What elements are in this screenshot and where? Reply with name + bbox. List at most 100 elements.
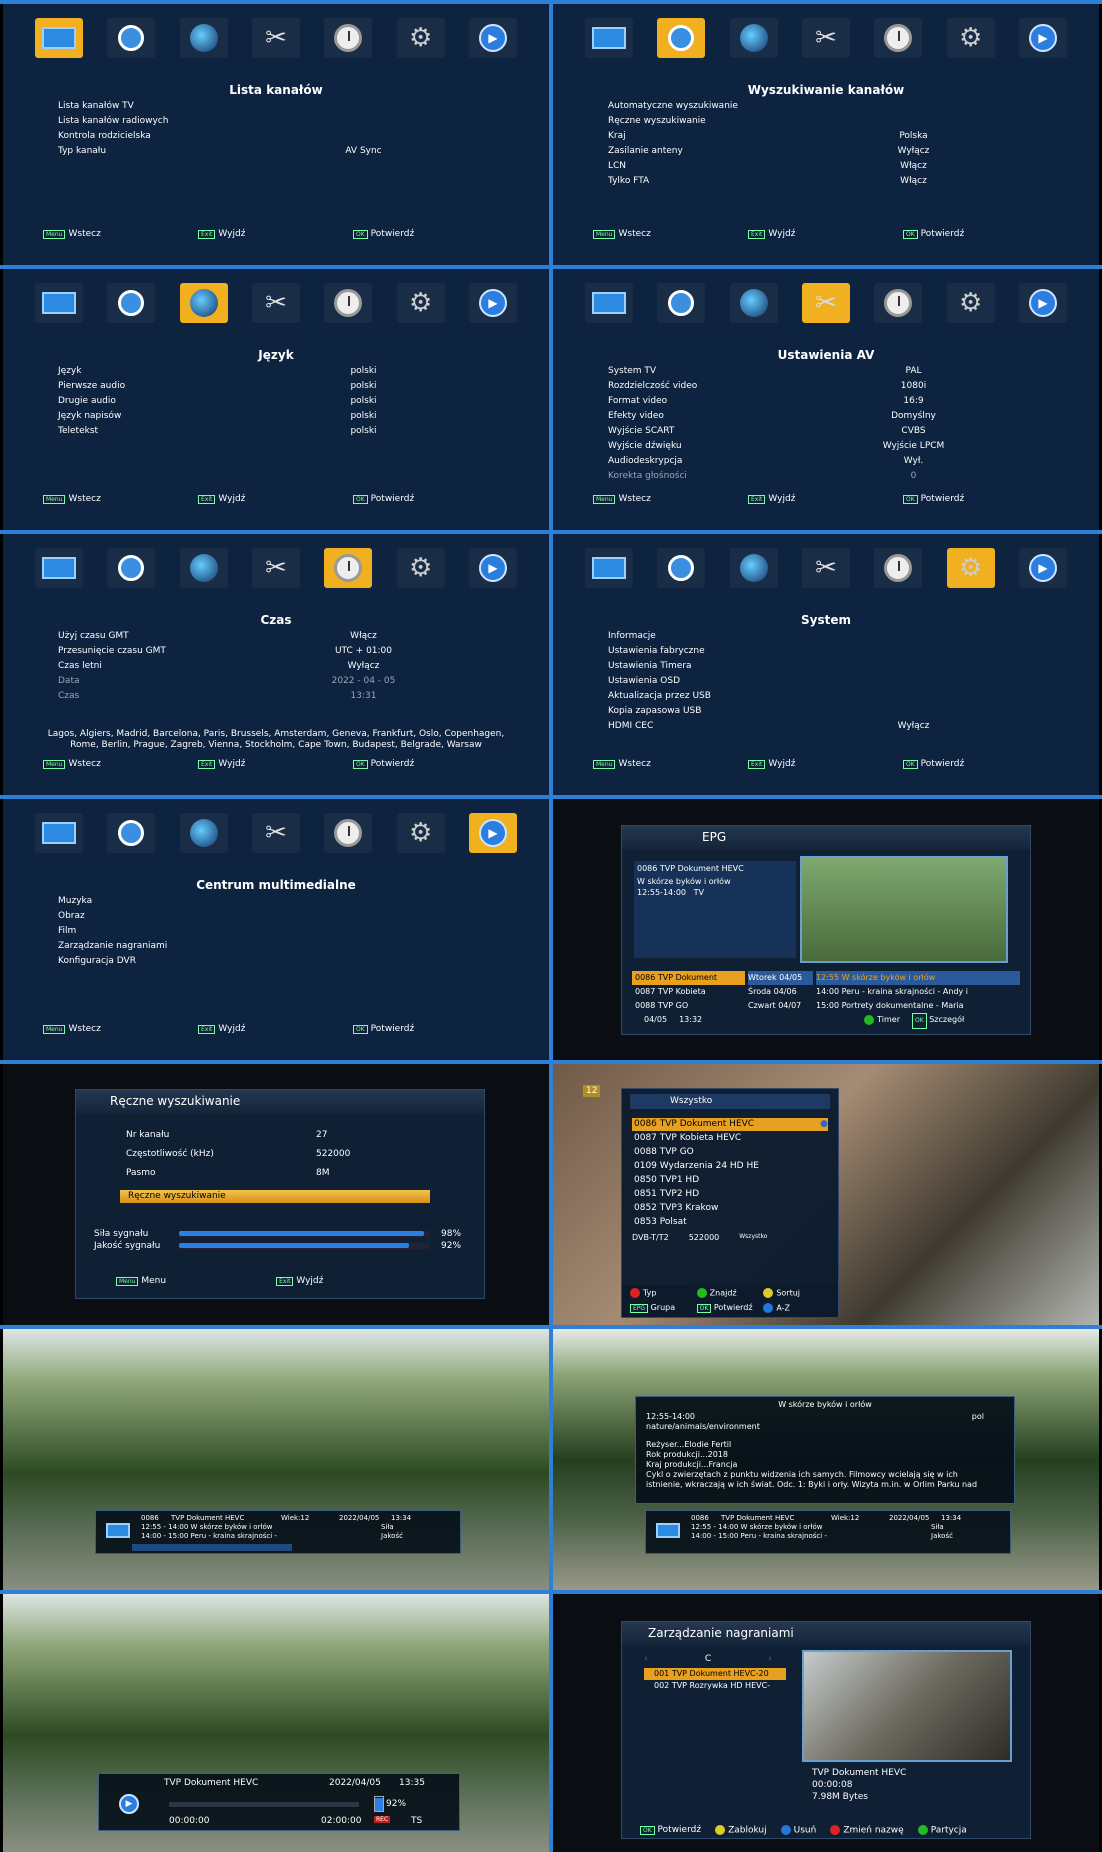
menu-item[interactable]: Język napisów polski [58,409,509,424]
gear-icon[interactable]: ⚙ [396,283,445,323]
play-icon[interactable]: ▶ [468,813,517,853]
search-disc-icon[interactable] [657,548,706,588]
tv-icon[interactable] [35,548,83,588]
folder-next-icon[interactable]: › [768,1654,772,1664]
menu-item[interactable]: Aktualizacja przez USB [608,689,1059,704]
language-globe-icon[interactable] [179,283,228,323]
tv-icon[interactable] [35,813,83,853]
clock-icon[interactable] [874,283,923,323]
az-button[interactable]: A-Z [763,1302,830,1315]
group-button[interactable]: EPG Grupa [630,1303,697,1315]
tv-icon[interactable] [35,18,83,58]
gear-icon[interactable]: ⚙ [946,283,995,323]
playback-progress[interactable] [169,1802,359,1807]
tv-icon[interactable] [585,283,633,323]
menu-item[interactable]: Ustawienia OSD [608,674,1059,689]
menu-item[interactable]: Muzyka [58,894,509,909]
menu-item[interactable]: Kontrola rodzicielska [58,129,509,144]
manual-row[interactable]: Nr kanału 27 [126,1130,376,1149]
menu-item[interactable]: Drugie audio polski [58,394,509,409]
menu-item[interactable]: Automatyczne wyszukiwanie [608,99,1059,114]
gear-icon[interactable]: ⚙ [946,18,995,58]
clock-icon[interactable] [324,18,373,58]
type-button[interactable]: Typ [630,1288,697,1300]
back-button[interactable]: Menu Wstecz [593,759,748,769]
menu-item[interactable]: Audiodeskrypcja Wył. [608,454,1059,469]
channel-item[interactable]: 0853 Polsat [632,1215,828,1229]
menu-item[interactable]: Efekty video Domyślny [608,409,1059,424]
exit-button[interactable]: Exit Wyjdź [198,494,353,504]
menu-item[interactable]: System TV PAL [608,364,1059,379]
menu-item[interactable]: Przesunięcie czasu GMT UTC + 01:00 [58,644,509,659]
exit-button[interactable]: Exit Wyjdź [276,1276,323,1286]
language-globe-icon[interactable] [179,813,228,853]
tv-icon[interactable] [585,548,633,588]
menu-item[interactable]: Ustawienia fabryczne [608,644,1059,659]
back-button[interactable]: Menu Wstecz [593,229,748,239]
menu-item[interactable]: Lista kanałów radiowych [58,114,509,129]
confirm-button[interactable]: OK Potwierdź [696,1303,764,1315]
recording-item[interactable]: 001 TVP Dokument HEVC-20 [644,1668,786,1680]
rename-button[interactable]: Zmień nazwę [830,1824,904,1835]
confirm-button[interactable]: OK Potwierdź [353,1024,508,1034]
menu-item[interactable]: Lista kanałów TV [58,99,509,114]
channel-item[interactable]: 0850 TVP1 HD [632,1173,828,1187]
menu-item[interactable]: Zarządzanie nagraniami [58,939,509,954]
gear-icon[interactable]: ⚙ [396,813,445,853]
search-disc-icon[interactable] [107,813,156,853]
exit-button[interactable]: Exit Wyjdź [748,494,903,504]
clock-icon[interactable] [874,548,923,588]
tools-icon[interactable]: ✂ [251,548,300,588]
menu-item[interactable]: Teletekst polski [58,424,509,439]
clock-icon[interactable] [874,18,923,58]
menu-item[interactable]: Czas letni Wyłącz [58,659,509,674]
menu-item[interactable]: Język polski [58,364,509,379]
menu-item[interactable]: Wyjście dźwięku Wyjście LPCM [608,439,1059,454]
tools-icon[interactable]: ✂ [801,283,850,323]
menu-item[interactable]: Tylko FTA Włącz [608,174,1059,189]
search-disc-icon[interactable] [107,283,156,323]
menu-item[interactable]: Obraz [58,909,509,924]
language-globe-icon[interactable] [729,18,778,58]
channel-item[interactable]: 0851 TVP2 HD [632,1187,828,1201]
sort-button[interactable]: Sortuj [763,1288,830,1300]
delete-button[interactable]: Usuń [780,1824,816,1835]
recording-item[interactable]: 002 TVP Rozrywka HD HEVC- [644,1680,786,1692]
exit-button[interactable]: Exit Wyjdź [748,229,903,239]
confirm-button[interactable]: OK Potwierdź [903,229,1058,239]
confirm-button[interactable]: OK Potwierdź [353,494,508,504]
menu-item[interactable]: Informacje [608,629,1059,644]
channel-item[interactable]: 0109 Wydarzenia 24 HD HE [632,1159,828,1173]
back-button[interactable]: Menu Wstecz [43,494,198,504]
manual-row[interactable]: Częstotliwość (kHz) 522000 [126,1149,376,1168]
partition-button[interactable]: Partycja [917,1824,967,1835]
exit-button[interactable]: Exit Wyjdź [198,1024,353,1034]
tv-icon[interactable] [585,18,633,58]
folder-prev-icon[interactable]: ‹ [644,1654,648,1664]
play-icon[interactable]: ▶ [119,1794,139,1814]
language-globe-icon[interactable] [729,548,778,588]
channel-item[interactable]: 0088 TVP GO [632,1145,828,1159]
channel-item[interactable]: 0086 TVP Dokument HEVC ● [632,1118,828,1131]
tv-icon[interactable] [35,283,83,323]
tools-icon[interactable]: ✂ [801,18,850,58]
details-button[interactable]: OK Szczegół [912,1013,964,1029]
menu-button[interactable]: Menu Menu [116,1276,166,1286]
language-globe-icon[interactable] [729,283,778,323]
play-icon[interactable]: ▶ [1018,548,1067,588]
menu-item[interactable]: Kopia zapasowa USB [608,704,1059,719]
confirm-button[interactable]: OK Potwierdź [903,494,1058,504]
language-globe-icon[interactable] [179,548,228,588]
menu-item[interactable]: Kraj Polska [608,129,1059,144]
exit-button[interactable]: Exit Wyjdź [748,759,903,769]
tools-icon[interactable]: ✂ [251,18,300,58]
confirm-button[interactable]: OK Potwierdź [903,759,1058,769]
confirm-button[interactable]: OK Potwierdź [353,759,508,769]
manual-row[interactable]: Pasmo 8M [126,1168,376,1187]
play-icon[interactable]: ▶ [468,283,517,323]
menu-item[interactable]: Rozdzielczość video 1080i [608,379,1059,394]
play-icon[interactable]: ▶ [1018,18,1067,58]
play-icon[interactable]: ▶ [1018,283,1067,323]
epg-row[interactable]: 0088 TVP GO Czwart 04/07 15:00 Portrety … [632,999,1020,1013]
start-search-button[interactable]: Ręczne wyszukiwanie [120,1190,430,1203]
